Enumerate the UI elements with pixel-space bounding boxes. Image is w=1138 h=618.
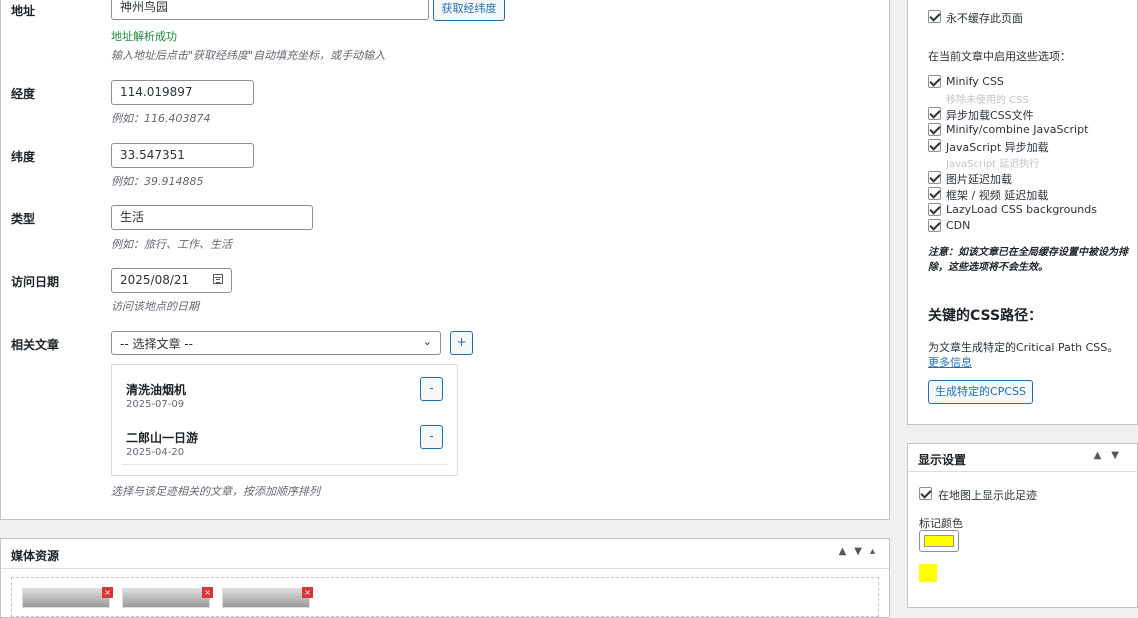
cpcss-title: 关键的CSS路径： (928, 308, 1043, 324)
cache-note: 注意：如该文章已在全局缓存设置中被设为排除，这些选项将不会生效。 (928, 247, 1128, 273)
divider (122, 464, 447, 465)
lazy-images-checkbox[interactable] (928, 171, 941, 184)
panel-controls: ▲▼ (1094, 450, 1129, 461)
cdn-checkbox[interactable] (928, 219, 941, 232)
footprint-meta-box: 地址 神州鸟园 获取经纬度 地址解析成功 输入地址后点击"获取经纬度"自动填充坐… (0, 0, 890, 520)
lazy-iframes-checkbox[interactable] (928, 187, 941, 200)
remove-media-icon[interactable]: × (202, 587, 213, 598)
longitude-hint: 例如：116.403874 (111, 112, 211, 125)
related-post-title: 清洗油烟机 (126, 383, 187, 397)
panel-controls: ▲▼▴ (839, 546, 883, 557)
latitude-label: 纬度 (11, 150, 36, 164)
show-on-map-label: 在地图上显示此足迹 (938, 489, 1037, 502)
media-title: 媒体资源 (11, 549, 60, 563)
type-input[interactable]: 生活 (111, 205, 313, 230)
lazy-iframes-label: 框架 / 视频 延迟加载 (946, 189, 1049, 202)
display-settings-title: 显示设置 (918, 453, 967, 467)
move-up-icon[interactable]: ▲ (1094, 450, 1112, 461)
display-settings-header: 显示设置 ▲▼ (908, 444, 1137, 472)
type-label: 类型 (11, 212, 36, 226)
marker-color-label: 标记颜色 (919, 517, 963, 530)
minify-css-checkbox[interactable] (928, 75, 941, 88)
generate-cpcss-button[interactable]: 生成特定的CPCSS (928, 380, 1033, 404)
display-settings-box: 显示设置 ▲▼ 在地图上显示此足迹 标记颜色 (907, 443, 1138, 608)
related-post-select[interactable]: -- 选择文章 -- ⌄ (111, 331, 441, 355)
defer-js-label: JavaScript 延迟执行 (946, 159, 1040, 170)
address-hint: 输入地址后点击"获取经纬度"自动填充坐标，或手动输入 (111, 49, 386, 62)
related-post-date: 2025-07-09 (126, 399, 185, 410)
async-js-label: JavaScript 异步加载 (946, 141, 1049, 154)
async-css-label: 异步加载CSS文件 (946, 109, 1034, 122)
minify-js-checkbox[interactable] (928, 123, 941, 136)
minify-css-label: Minify CSS (946, 75, 1004, 88)
geocode-button[interactable]: 获取经纬度 (433, 0, 505, 21)
address-input[interactable]: 神州鸟园 (111, 0, 429, 20)
related-post-title: 二郎山一日游 (126, 431, 199, 445)
media-header: 媒体资源 ▲▼▴ (1, 539, 889, 569)
cache-options-box: 永不缓存此页面 在当前文章中启用这些选项： Minify CSS 移除未使用的 … (907, 0, 1138, 425)
visit-date-value: 2025/08/21 (120, 273, 190, 287)
marker-color-picker[interactable] (919, 530, 959, 552)
move-down-icon[interactable]: ▼ (854, 546, 870, 557)
lazy-images-label: 图片延迟加载 (946, 173, 1012, 186)
remove-related-button[interactable]: - (420, 425, 443, 449)
lazy-css-bg-checkbox[interactable] (928, 203, 941, 216)
longitude-input[interactable]: 114.019897 (111, 80, 254, 105)
move-up-icon[interactable]: ▲ (839, 546, 855, 557)
collapse-icon[interactable]: ▴ (870, 546, 883, 557)
related-posts-hint: 选择与该足迹相关的文章，按添加顺序排列 (111, 485, 320, 498)
minify-js-label: Minify/combine JavaScript (946, 123, 1089, 136)
geocode-status: 地址解析成功 (111, 30, 177, 43)
chevron-down-icon: ⌄ (422, 335, 432, 348)
latitude-hint: 例如：39.914885 (111, 175, 204, 188)
related-post-date: 2025-04-20 (126, 447, 185, 458)
media-thumbnail[interactable]: × (122, 587, 213, 608)
remove-related-button[interactable]: - (420, 377, 443, 401)
no-cache-label: 永不缓存此页面 (946, 12, 1023, 25)
related-posts-list: 清洗油烟机 2025-07-09 - 二郎山一日游 2025-04-20 - (111, 364, 458, 476)
latitude-input[interactable]: 33.547351 (111, 143, 254, 168)
address-label: 地址 (11, 4, 36, 18)
color-swatch (924, 535, 954, 547)
enable-options-heading: 在当前文章中启用这些选项： (928, 50, 1071, 63)
visit-date-input[interactable]: 2025/08/21 (111, 268, 232, 293)
remove-unused-css-label: 移除未使用的 CSS (946, 95, 1029, 106)
remove-media-icon[interactable]: × (302, 587, 313, 598)
list-item: 清洗油烟机 2025-07-09 - (126, 377, 446, 423)
related-posts-label: 相关文章 (11, 338, 60, 352)
lazy-css-bg-label: LazyLoad CSS backgrounds (946, 203, 1097, 216)
cdn-label: CDN (946, 219, 971, 232)
media-thumbnail[interactable]: × (22, 587, 113, 608)
visit-date-label: 访问日期 (11, 275, 60, 289)
async-css-checkbox[interactable] (928, 107, 941, 120)
show-on-map-checkbox[interactable] (919, 487, 932, 500)
async-js-checkbox[interactable] (928, 139, 941, 152)
related-post-select-value: -- 选择文章 -- (120, 337, 193, 351)
calendar-icon[interactable] (213, 274, 223, 284)
visit-date-hint: 访问该地点的日期 (111, 300, 199, 313)
longitude-label: 经度 (11, 87, 36, 101)
media-thumbnail[interactable]: × (222, 587, 313, 608)
type-hint: 例如：旅行、工作、生活 (111, 238, 232, 251)
remove-media-icon[interactable]: × (102, 587, 113, 598)
add-related-button[interactable]: + (450, 331, 473, 355)
no-cache-checkbox[interactable] (928, 10, 941, 23)
color-preview (919, 564, 937, 582)
move-down-icon[interactable]: ▼ (1111, 450, 1129, 461)
media-dropzone[interactable]: × × × (11, 577, 879, 617)
more-info-link[interactable]: 更多信息 (928, 354, 972, 370)
media-meta-box: 媒体资源 ▲▼▴ × × × (0, 538, 890, 618)
cpcss-description: 为文章生成特定的Critical Path CSS。 (928, 341, 1119, 354)
